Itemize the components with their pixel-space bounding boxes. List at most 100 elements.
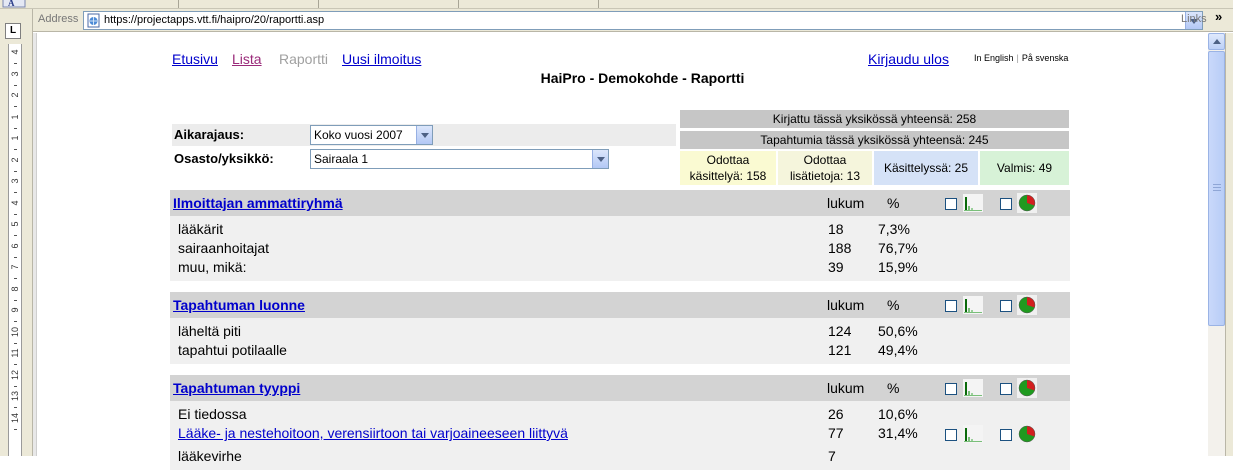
chart-options: [945, 193, 1037, 213]
scrollbar-thumb[interactable]: [1208, 51, 1225, 326]
ruler-tick: [14, 321, 17, 322]
unit-label: Osasto/yksikkö:: [174, 151, 274, 166]
pie-chart-icon[interactable]: [1017, 295, 1037, 315]
ruler-number: 9: [10, 307, 20, 313]
nav-uusi-ilmoitus[interactable]: Uusi ilmoitus: [342, 51, 421, 67]
ruler-tick: [14, 407, 17, 408]
svg-text:A: A: [8, 0, 15, 8]
pie-chart-checkbox[interactable]: [1000, 300, 1012, 312]
column-header-percent: %: [887, 195, 900, 211]
filter-row-unit: Osasto/yksikkö: Sairaala 1: [172, 148, 676, 170]
section-title-link[interactable]: Tapahtuman luonne: [173, 297, 305, 313]
row-label: lääkärit: [178, 221, 224, 237]
tab-stop-selector[interactable]: L: [5, 23, 21, 39]
ruler-tick: [14, 63, 17, 64]
section-title-link[interactable]: Tapahtuman tyyppi: [173, 380, 300, 396]
vertical-ruler: L 4 3 2 1 1 2 3 4 5 6 7 8 9 10 11 12 13 14: [0, 9, 33, 456]
ruler-tick: [14, 127, 17, 129]
period-select[interactable]: Koko vuosi 2007: [310, 125, 433, 145]
table-row: lääkevirhe 7: [170, 447, 1070, 466]
lang-english[interactable]: In English: [974, 53, 1014, 63]
ruler-tick: [14, 192, 17, 193]
address-label: Address: [38, 13, 79, 25]
table-row: lääkärit 18 7,3%: [170, 220, 1070, 239]
column-header-count: lukum: [827, 297, 865, 313]
section-header: Tapahtuman tyyppi lukum%: [170, 375, 1070, 401]
nav-lista[interactable]: Lista: [232, 51, 262, 67]
section-title-link[interactable]: Ilmoittajan ammattiryhmä: [173, 195, 343, 211]
pie-chart-icon[interactable]: [1017, 424, 1037, 444]
row-label: muu, mikä:: [178, 259, 247, 275]
nav-link-etusivu[interactable]: Etusivu: [172, 51, 218, 67]
stat-kirjattu: Kirjattu tässä yksikössä yhteensä: 258: [680, 110, 1069, 128]
column-header-percent: %: [887, 380, 900, 396]
unit-select-value: Sairaala 1: [314, 152, 369, 166]
bar-chart-checkbox[interactable]: [945, 383, 957, 395]
nav-logout[interactable]: Kirjaudu ulos: [868, 51, 949, 67]
vertical-scrollbar[interactable]: [1208, 33, 1225, 456]
ruler-number: 8: [10, 286, 20, 292]
row-chart-options: [945, 424, 1037, 444]
ruler-number: 6: [10, 243, 20, 249]
row-label: Ei tiedossa: [178, 406, 247, 422]
bar-chart-icon[interactable]: [963, 379, 983, 397]
row-label: läheltä piti: [178, 323, 242, 339]
pie-chart-icon[interactable]: [1017, 378, 1037, 398]
column-header-count: lukum: [827, 380, 865, 396]
section-body: läheltä piti 124 50,6% tapahtui potilaalle 1…: [170, 318, 1070, 364]
pie-chart-icon[interactable]: [1017, 193, 1037, 213]
lang-swedish[interactable]: På svenska: [1022, 53, 1069, 63]
bar-chart-checkbox[interactable]: [945, 300, 957, 312]
row-count: 18: [828, 221, 844, 237]
row-count: 7: [828, 448, 836, 464]
column-header-count: lukum: [827, 195, 865, 211]
status-valmis[interactable]: Valmis: 49: [980, 151, 1069, 185]
ruler-tick: [14, 364, 17, 365]
pie-chart-checkbox[interactable]: [1000, 429, 1012, 441]
ruler-tick: [14, 84, 17, 86]
nav-link-lista[interactable]: Lista: [232, 51, 262, 67]
nav-link-uusi-ilmoitus[interactable]: Uusi ilmoitus: [342, 51, 421, 67]
row-count: 121: [828, 342, 852, 358]
row-percent: 15,9%: [878, 259, 918, 275]
chart-options: [945, 378, 1037, 398]
bar-chart-icon[interactable]: [963, 425, 983, 443]
ruler-number: 5: [10, 221, 20, 227]
browser-toolbar: A: [0, 0, 1233, 9]
row-label[interactable]: Lääke- ja nestehoitoon, verensiirtoon ta…: [178, 425, 568, 441]
unit-select[interactable]: Sairaala 1: [310, 149, 609, 169]
logout-link[interactable]: Kirjaudu ulos: [868, 51, 949, 67]
row-percent: 10,6%: [878, 406, 918, 422]
ruler-number: 3: [10, 71, 20, 77]
ruler-tick: [14, 385, 17, 387]
toolbar-icon[interactable]: A: [2, 0, 26, 8]
bar-chart-icon[interactable]: [963, 296, 983, 314]
row-percent: 50,6%: [878, 323, 918, 339]
ruler-tick: [14, 278, 17, 279]
ruler-number: 11: [10, 348, 20, 358]
page-content: Etusivu Lista Raportti Uusi ilmoitus Kir…: [37, 33, 1208, 470]
bar-chart-checkbox[interactable]: [945, 429, 957, 441]
filter-row-period: Aikarajaus: Koko vuosi 2007: [172, 124, 676, 146]
chevron-down-icon[interactable]: [592, 150, 608, 168]
row-count: 39: [828, 259, 844, 275]
links-chevron-icon[interactable]: »: [1215, 9, 1222, 24]
bar-chart-icon[interactable]: [963, 194, 983, 212]
ruler-number: 14: [10, 412, 20, 423]
status-kasittelyssa[interactable]: Käsittelyssä: 25: [874, 151, 978, 185]
pie-chart-checkbox[interactable]: [1000, 198, 1012, 210]
status-odottaa-kasittelya[interactable]: Odottaa käsittelyä: 158: [680, 151, 776, 185]
pie-chart-checkbox[interactable]: [1000, 383, 1012, 395]
scroll-up-arrow-icon[interactable]: [1208, 33, 1225, 50]
ruler-tick: [14, 149, 17, 150]
status-odottaa-lisatietoja[interactable]: Odottaa lisätietoja: 13: [778, 151, 872, 185]
ruler-tick: [14, 256, 17, 258]
nav-etusivu[interactable]: Etusivu: [172, 51, 218, 67]
url-input[interactable]: https://projectapps.vtt.fi/haipro/20/rap…: [83, 11, 1203, 30]
links-label[interactable]: Links: [1181, 13, 1207, 25]
chevron-down-icon[interactable]: [416, 126, 432, 144]
lang-separator: |: [1016, 53, 1019, 63]
bar-chart-checkbox[interactable]: [945, 198, 957, 210]
ruler-tick: [14, 235, 17, 236]
page-title: HaiPro - Demokohde - Raportti: [540, 70, 745, 86]
